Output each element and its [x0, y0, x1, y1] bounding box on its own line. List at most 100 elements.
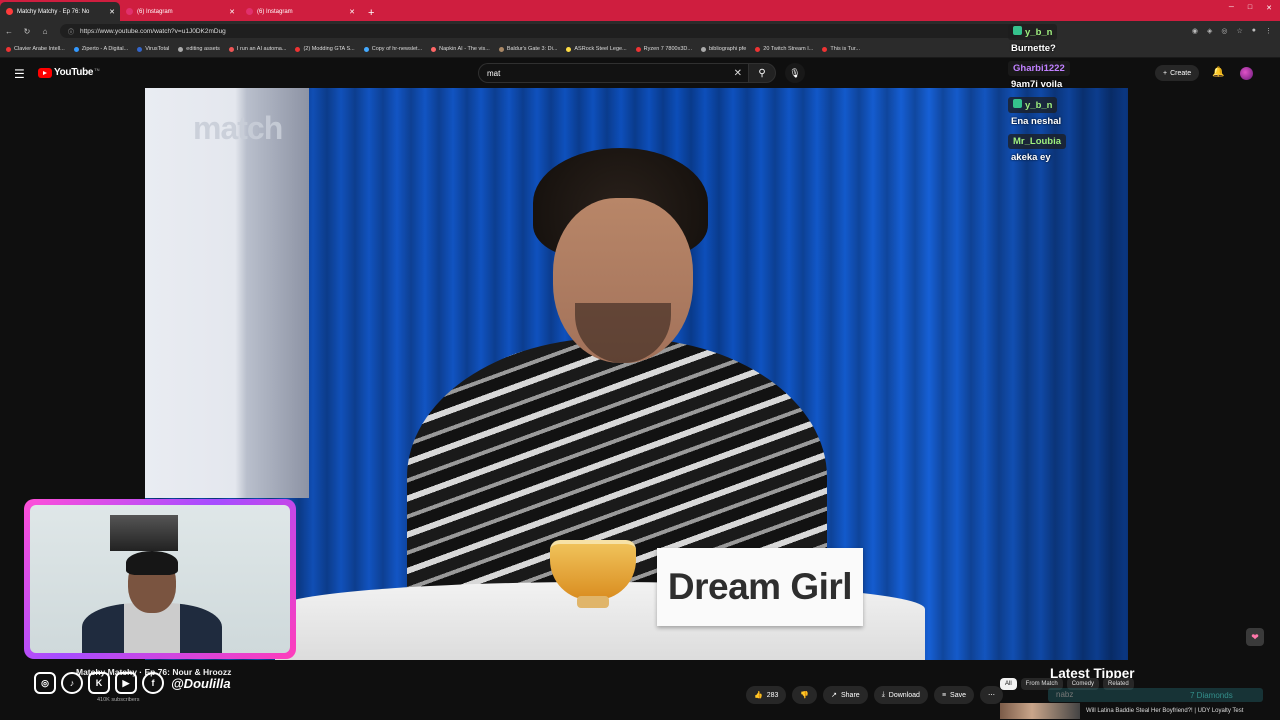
bookmark-label: 20 Twitch Stream I...: [763, 46, 814, 52]
bookmark-item[interactable]: Ryzen 7 7800x3D...: [635, 46, 692, 52]
hamburger-menu-icon[interactable]: ☰: [14, 67, 25, 81]
bookmark-item[interactable]: VirusTotal: [137, 46, 169, 52]
window-controls: ─ □ ✕: [1229, 4, 1272, 12]
voice-search-button[interactable]: 🎙: [785, 63, 805, 83]
bookmark-favicon-icon: [566, 46, 572, 52]
address-bar[interactable]: ⓘ https://www.youtube.com/watch?v=u1J0DK…: [60, 24, 1020, 38]
bookmark-item[interactable]: This is Tur...: [822, 46, 860, 52]
browser-tab-instagram-2[interactable]: (6) Instagram ✕: [240, 2, 360, 21]
chat-message-header: y_b_n: [1008, 97, 1268, 113]
bookmark-item[interactable]: Ziperto - A Digital...: [73, 46, 128, 52]
bookmark-item[interactable]: Baldur's Gate 3: Di...: [498, 46, 557, 52]
youtube-icon: ▶: [115, 672, 137, 694]
site-info-icon[interactable]: ⓘ: [68, 27, 74, 36]
download-icon: ⤓: [881, 691, 885, 698]
minimize-icon[interactable]: ─: [1229, 4, 1234, 12]
more-icon: ⋯: [988, 692, 995, 699]
name-placard-text: Dream Girl: [667, 566, 853, 607]
bookmark-label: I run an AI automa...: [236, 46, 287, 52]
browser-tab-instagram-1[interactable]: (6) Instagram ✕: [120, 2, 240, 21]
bookmark-label: ASRock Steel Lege...: [574, 46, 627, 52]
bookmark-item[interactable]: bibliographi pfe: [700, 46, 747, 52]
bookmark-label: Clavier Arabe Intell...: [14, 46, 65, 52]
search-input[interactable]: mat ✕: [478, 63, 748, 83]
bookmark-favicon-icon: [822, 46, 828, 52]
chat-message-text: 9am7i voila: [1011, 79, 1063, 90]
url-text: https://www.youtube.com/watch?v=u1J0DK2m…: [80, 27, 226, 35]
show-logo: match: [193, 110, 283, 146]
tab-label: (6) Instagram: [257, 8, 293, 15]
facebook-icon: f: [142, 672, 164, 694]
save-icon: ≡: [941, 691, 947, 699]
clear-search-icon[interactable]: ✕: [734, 68, 742, 79]
bookmark-item[interactable]: Copy of hr-newslet...: [363, 46, 423, 52]
share-button[interactable]: ↗ Share: [823, 686, 868, 704]
share-label: Share: [841, 691, 860, 699]
bookmark-item[interactable]: 20 Twitch Stream I...: [755, 46, 813, 52]
chat-message-header: Gharbi1222: [1008, 61, 1268, 76]
tab-close-icon[interactable]: ✕: [229, 8, 235, 16]
bookmark-item[interactable]: Napkin AI - The vis...: [431, 46, 490, 52]
maximize-icon[interactable]: □: [1248, 4, 1252, 12]
bookmark-favicon-icon: [363, 46, 369, 52]
tab-label: (6) Instagram: [137, 8, 173, 15]
reload-icon[interactable]: ↻: [18, 27, 36, 36]
download-button[interactable]: ⤓ Download: [873, 686, 928, 704]
chat-username[interactable]: Gharbi1222: [1008, 61, 1070, 76]
chat-username[interactable]: y_b_n: [1008, 24, 1058, 40]
back-icon[interactable]: ←: [0, 27, 18, 36]
bookmark-label: Copy of hr-newslet...: [371, 46, 423, 52]
youtube-favicon-icon: [6, 8, 13, 15]
webcam-feed: [30, 505, 290, 653]
bookmark-item[interactable]: Clavier Arabe Intell...: [6, 46, 65, 52]
browser-tab-youtube[interactable]: Matchy Matchy · Ep 76: No ✕: [0, 2, 120, 21]
chat-message-text: Burnette?: [1011, 43, 1056, 54]
bookmark-favicon-icon: [635, 46, 641, 52]
stream-widget-icon: ❤: [1246, 628, 1264, 646]
browser-tabstrip: Matchy Matchy · Ep 76: No ✕ (6) Instagra…: [0, 0, 1280, 21]
dislike-button[interactable]: 👎: [792, 686, 818, 704]
new-tab-button[interactable]: +: [360, 7, 382, 21]
bookmark-label: This is Tur...: [830, 46, 860, 52]
instagram-icon: ◎: [34, 672, 56, 694]
streamer-headphones: [126, 551, 178, 575]
search-icon: ⚲: [758, 67, 766, 79]
tab-label: Matchy Matchy · Ep 76: No: [17, 8, 90, 15]
chat-username-text: y_b_n: [1025, 27, 1053, 38]
bookmark-label: bibliographi pfe: [708, 46, 747, 52]
chip-all[interactable]: All: [1000, 678, 1017, 690]
youtube-wordmark: YouTube: [54, 67, 94, 78]
save-button[interactable]: ≡ Save: [933, 686, 974, 704]
bookmark-item[interactable]: ASRock Steel Lege...: [566, 46, 627, 52]
video-info-bar: ❤ Matchy Matchy · Ep 76: Nour & Hroozz ◎…: [0, 628, 1280, 720]
bookmark-label: editing assets: [186, 46, 220, 52]
streamer-handle: @Doulilla: [171, 675, 231, 691]
tipper-amount: 7 Diamonds: [1190, 691, 1233, 700]
recommended-thumbnail: [1000, 703, 1080, 719]
bookmark-label: VirusTotal: [145, 46, 170, 52]
kick-icon: K: [88, 672, 110, 694]
recommended-title: Will Latina Baddie Steal Her Boyfriend?!…: [1086, 707, 1244, 714]
youtube-logo[interactable]: YouTube TN: [38, 67, 100, 78]
bookmark-item[interactable]: I run an AI automa...: [228, 46, 287, 52]
tab-close-icon[interactable]: ✕: [109, 8, 115, 16]
chat-username[interactable]: y_b_n: [1008, 97, 1058, 113]
search-button[interactable]: ⚲: [748, 63, 776, 83]
thumbs-down-icon: 👎: [800, 692, 810, 699]
bookmark-label: (2) Modding GTA S...: [303, 46, 355, 52]
like-button[interactable]: 👍 283: [746, 686, 787, 704]
chat-badge-icon: [1013, 99, 1022, 108]
search-query: mat: [487, 68, 501, 78]
chat-message-header: y_b_n: [1008, 24, 1268, 40]
tab-close-icon[interactable]: ✕: [349, 8, 355, 16]
share-icon: ↗: [831, 692, 837, 699]
youtube-country-code: TN: [94, 67, 100, 72]
recommended-video[interactable]: Will Latina Baddie Steal Her Boyfriend?!…: [1000, 702, 1262, 720]
bookmark-label: Ryzen 7 7800x3D...: [643, 46, 692, 52]
bookmark-item[interactable]: (2) Modding GTA S...: [295, 46, 355, 52]
webcam-wall-poster: [110, 515, 178, 551]
bookmark-item[interactable]: editing assets: [178, 46, 220, 52]
chat-username[interactable]: Mr_Loubia: [1008, 134, 1067, 149]
home-icon[interactable]: ⌂: [36, 27, 54, 36]
close-window-icon[interactable]: ✕: [1266, 4, 1272, 12]
